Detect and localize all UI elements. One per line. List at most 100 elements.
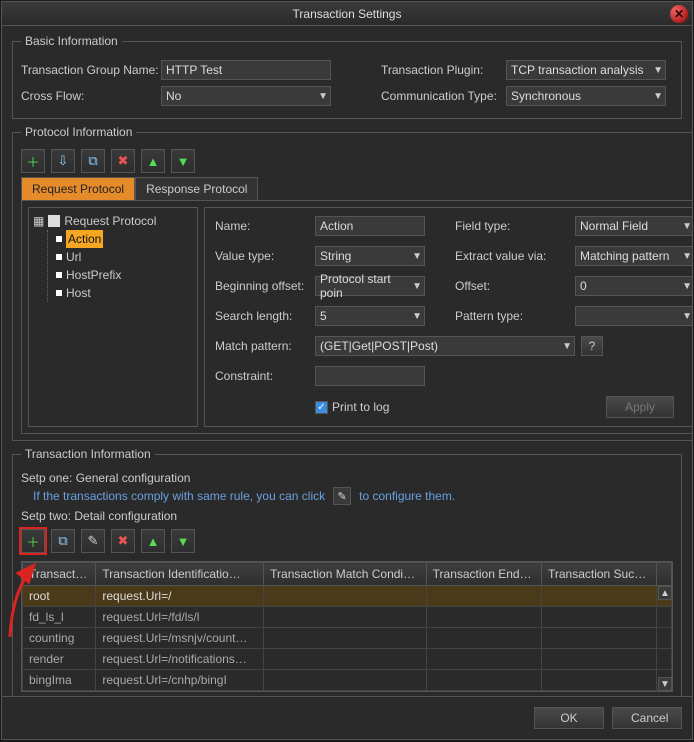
add-transaction-icon[interactable]: ＋ <box>21 529 45 553</box>
begin-offset-label: Beginning offset: <box>215 279 305 293</box>
delete-icon[interactable]: ✖ <box>111 149 135 173</box>
tree-item-url[interactable]: Url <box>56 248 193 266</box>
table-row[interactable]: countingrequest.Url=/msnjv/count… <box>23 628 672 649</box>
search-len-label: Search length: <box>215 309 305 323</box>
basic-info-legend: Basic Information <box>21 34 122 48</box>
move-up-icon[interactable]: ▲ <box>141 529 165 553</box>
tree-item-hostprefix[interactable]: HostPrefix <box>56 266 193 284</box>
table-row[interactable]: rootrequest.Url=/ <box>23 586 672 607</box>
value-type-label: Value type: <box>215 249 305 263</box>
move-down-icon[interactable]: ▼ <box>171 529 195 553</box>
trans-info-group: Transaction Information Setp one: Genera… <box>12 447 682 696</box>
scroll-down-icon[interactable]: ▼ <box>658 677 672 691</box>
chevron-down-icon: ▼ <box>682 221 692 232</box>
chevron-down-icon: ▼ <box>653 91 663 102</box>
tab-response-protocol[interactable]: Response Protocol <box>135 177 258 200</box>
step1-hint-a: If the transactions comply with same rul… <box>33 489 325 503</box>
property-grid: Name: Field type: Normal Field▼ Value ty… <box>204 207 692 427</box>
document-icon <box>48 215 60 227</box>
col-transact[interactable]: Transact… <box>23 563 96 586</box>
table-row[interactable]: renderrequest.Url=/notifications… <box>23 649 672 670</box>
check-icon: ✓ <box>315 401 328 414</box>
comm-type-label: Communication Type: <box>381 89 506 103</box>
trans-group-name-label: Transaction Group Name: <box>21 63 161 77</box>
field-type-label: Field type: <box>455 219 565 233</box>
trans-plugin-select[interactable]: TCP transaction analysis▼ <box>506 60 666 80</box>
match-pattern-combo[interactable]: (GET|Get|POST|Post)▼ <box>315 336 575 356</box>
apply-button[interactable]: Apply <box>606 396 674 418</box>
chevron-down-icon: ▼ <box>562 341 572 352</box>
begin-offset-select[interactable]: Protocol start poin▼ <box>315 276 425 296</box>
tree-item-host[interactable]: Host <box>56 284 193 302</box>
table-row[interactable]: fd_ls_lrequest.Url=/fd/ls/l <box>23 607 672 628</box>
constraint-label: Constraint: <box>215 369 305 383</box>
chevron-down-icon: ▼ <box>682 311 692 322</box>
offset-select[interactable]: 0▼ <box>575 276 692 296</box>
pattern-type-select[interactable]: ▼ <box>575 306 692 326</box>
table-row[interactable]: bingImarequest.Url=/cnhp/bingI <box>23 670 672 691</box>
move-up-icon[interactable]: ▲ <box>141 149 165 173</box>
chevron-down-icon: ▼ <box>682 281 692 292</box>
chevron-down-icon: ▼ <box>653 65 663 76</box>
bullet-icon <box>56 272 62 278</box>
trans-group-name-input[interactable] <box>161 60 331 80</box>
col-end[interactable]: Transaction End… <box>426 563 541 586</box>
close-icon[interactable]: ✕ <box>670 5 688 23</box>
comm-type-select[interactable]: Synchronous▼ <box>506 86 666 106</box>
delete-icon[interactable]: ✖ <box>111 529 135 553</box>
table-header-row: Transact… Transaction Identificatio… Tra… <box>23 563 672 586</box>
scroll-up-icon[interactable]: ▲ <box>658 586 672 600</box>
col-ident[interactable]: Transaction Identificatio… <box>96 563 264 586</box>
move-down-icon[interactable]: ▼ <box>171 149 195 173</box>
cross-flow-select[interactable]: No▼ <box>161 86 331 106</box>
name-input[interactable] <box>315 216 425 236</box>
tab-request-protocol[interactable]: Request Protocol <box>21 177 135 200</box>
bullet-icon <box>56 236 62 242</box>
edit-icon[interactable]: ✎ <box>81 529 105 553</box>
bullet-icon <box>56 254 62 260</box>
col-suc[interactable]: Transaction Suc… <box>541 563 656 586</box>
chevron-down-icon: ▼ <box>412 281 422 292</box>
pattern-type-label: Pattern type: <box>455 309 565 323</box>
constraint-input[interactable] <box>315 366 425 386</box>
cross-flow-label: Cross Flow: <box>21 89 161 103</box>
titlebar: Transaction Settings ✕ <box>2 2 692 26</box>
col-match[interactable]: Transaction Match Condi… <box>264 563 427 586</box>
copy-icon[interactable]: ⧉ <box>51 529 75 553</box>
trans-info-legend: Transaction Information <box>21 447 155 461</box>
chevron-down-icon: ▼ <box>682 251 692 262</box>
protocol-info-group: Protocol Information ＋ ⇩ ⧉ ✖ ▲ ▼ Request… <box>12 125 692 441</box>
trans-toolbar: ＋ ⧉ ✎ ✖ ▲ ▼ <box>21 529 673 553</box>
tree-item-action[interactable]: Action <box>56 230 193 248</box>
search-len-select[interactable]: 5▼ <box>315 306 425 326</box>
name-label: Name: <box>215 219 305 233</box>
chevron-down-icon: ▼ <box>412 311 422 322</box>
help-button[interactable]: ? <box>581 336 603 356</box>
protocol-toolbar: ＋ ⇩ ⧉ ✖ ▲ ▼ <box>21 149 692 173</box>
step2-heading: Setp two: Detail configuration <box>21 509 673 523</box>
match-pattern-label: Match pattern: <box>215 339 305 353</box>
protocol-info-legend: Protocol Information <box>21 125 136 139</box>
edit-icon[interactable]: ✎ <box>333 487 351 505</box>
offset-label: Offset: <box>455 279 565 293</box>
print-log-checkbox[interactable]: ✓ Print to log <box>315 400 445 414</box>
field-type-select[interactable]: Normal Field▼ <box>575 216 692 236</box>
import-icon[interactable]: ⇩ <box>51 149 75 173</box>
dialog-footer: OK Cancel <box>2 696 692 739</box>
copy-icon[interactable]: ⧉ <box>81 149 105 173</box>
transaction-table: Transact… Transaction Identificatio… Tra… <box>21 561 673 692</box>
cancel-button[interactable]: Cancel <box>612 707 682 729</box>
tree-root[interactable]: ▦ Request Protocol <box>33 212 193 230</box>
trans-plugin-label: Transaction Plugin: <box>381 63 506 77</box>
chevron-down-icon: ▼ <box>412 251 422 262</box>
window-title: Transaction Settings <box>293 7 402 21</box>
protocol-tree[interactable]: ▦ Request Protocol Action Url HostPrefix… <box>28 207 198 427</box>
value-type-select[interactable]: String▼ <box>315 246 425 266</box>
extract-via-select[interactable]: Matching pattern▼ <box>575 246 692 266</box>
bullet-icon <box>56 290 62 296</box>
add-icon[interactable]: ＋ <box>21 149 45 173</box>
ok-button[interactable]: OK <box>534 707 604 729</box>
step1-hint-b: to configure them. <box>359 489 455 503</box>
chevron-down-icon: ▼ <box>318 91 328 102</box>
step1-heading: Setp one: General configuration <box>21 471 673 485</box>
